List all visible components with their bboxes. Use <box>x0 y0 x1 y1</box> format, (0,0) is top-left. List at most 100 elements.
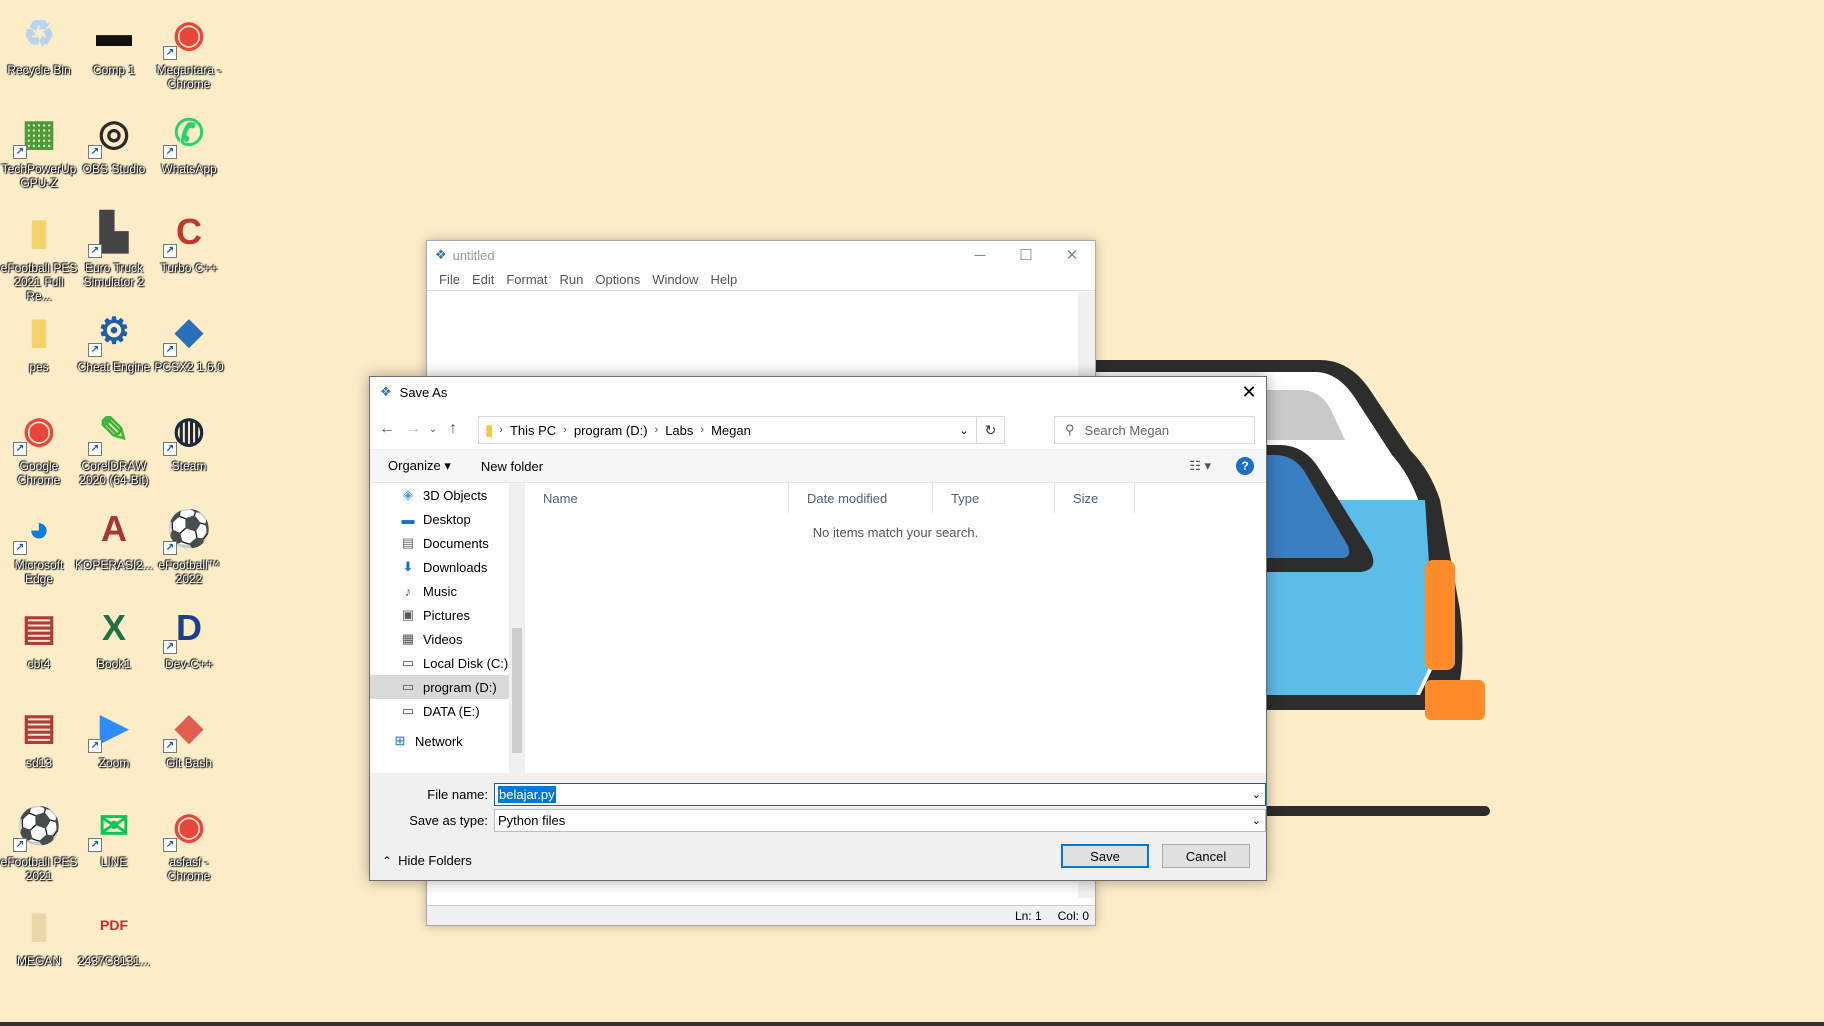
shortcut-arrow-icon: ↗ <box>163 343 177 357</box>
navigation-pane-scrollbar[interactable] <box>509 483 525 773</box>
new-folder-button[interactable]: New folder <box>481 459 543 474</box>
folder-icon: ▮ <box>485 422 494 439</box>
dialog-close-icon[interactable]: ✕ <box>1232 377 1266 407</box>
up-arrow-icon[interactable]: ↑ <box>440 416 466 442</box>
tree-item-3d-objects[interactable]: ◈ 3D Objects <box>370 483 525 507</box>
desktop-icon-google-chrome[interactable]: ◉ ↗ Google Chrome <box>0 404 78 487</box>
column-header-type[interactable]: Type <box>933 483 1055 513</box>
desktop-icon-efootball-2022[interactable]: ⚽ ↗ eFootball™ 2022 <box>150 503 228 586</box>
desktop-icon-book1[interactable]: X Book1 <box>75 602 153 671</box>
desktop-icon-whatsapp[interactable]: ✆ ↗ WhatsApp <box>150 107 228 176</box>
menu-help[interactable]: Help <box>704 272 743 287</box>
desktop-icon-git-bash[interactable]: ◆ ↗ Git Bash <box>150 701 228 770</box>
chevron-down-icon[interactable]: ⌄ <box>1252 814 1261 827</box>
desktop-icon-2437c8131[interactable]: PDF 2437C8131... <box>75 899 153 968</box>
devcpp-icon: D ↗ <box>163 602 215 654</box>
tree-item-downloads[interactable]: ⬇ Downloads <box>370 555 525 579</box>
view-options-icon[interactable]: ☷ ▾ <box>1189 458 1211 474</box>
chevron-down-icon[interactable]: ⌄ <box>1252 788 1261 801</box>
help-icon[interactable]: ? <box>1236 457 1254 475</box>
file-name-field[interactable]: belajar.py ⌄ <box>494 783 1266 806</box>
search-box[interactable]: ⚲ Search Megan <box>1054 416 1255 444</box>
back-arrow-icon[interactable]: ← <box>374 416 400 442</box>
refresh-icon[interactable]: ↻ <box>976 417 1004 443</box>
efootball-icon: ⚽ ↗ <box>163 503 215 555</box>
column-header-date-modified[interactable]: Date modified <box>789 483 933 513</box>
menu-window[interactable]: Window <box>646 272 704 287</box>
tree-item-music[interactable]: ♪ Music <box>370 579 525 603</box>
desktop-icon-label: Dev-C++ <box>164 657 214 671</box>
desktop-icon-zoom[interactable]: ▶ ↗ Zoom <box>75 701 153 770</box>
organize-button[interactable]: Organize ▾ <box>388 458 451 474</box>
menu-options[interactable]: Options <box>589 272 646 287</box>
close-icon[interactable]: ✕ <box>1049 241 1095 269</box>
desktop-icon-koperasi2[interactable]: A KOPERASI2... <box>75 503 153 572</box>
desktop-icon-euro-truck-simulator-2[interactable]: ▙ ↗ Euro Truck Simulator 2 <box>75 206 153 289</box>
breadcrumb-labs[interactable]: Labs <box>665 423 693 438</box>
tree-item-label: Local Disk (C:) <box>423 655 509 671</box>
tree-item-data-e[interactable]: ▭ DATA (E:) <box>370 699 525 723</box>
dialog-title-bar[interactable]: ❖ Save As <box>370 377 1266 407</box>
desktop-icon-megantara-chrome[interactable]: ◉ ↗ Megantara - Chrome <box>150 8 228 91</box>
desktop-icon-comp-1[interactable]: ▬ Comp 1 <box>75 8 153 77</box>
tree-item-documents[interactable]: ▤ Documents <box>370 531 525 555</box>
menu-edit[interactable]: Edit <box>466 272 500 287</box>
menu-run[interactable]: Run <box>554 272 590 287</box>
save-button[interactable]: Save <box>1061 844 1149 868</box>
menu-file[interactable]: File <box>433 272 466 287</box>
tree-item-videos[interactable]: ▦ Videos <box>370 627 525 651</box>
desktop-icon-steam[interactable]: ◍ ↗ Steam <box>150 404 228 473</box>
zoom-icon: ▶ ↗ <box>88 701 140 753</box>
column-headers: Name Date modified Type Size <box>525 483 1266 513</box>
desktop-icon-turbo-c[interactable]: C ↗ Turbo C++ <box>150 206 228 275</box>
minimize-icon[interactable]: ─ <box>957 241 1003 269</box>
breadcrumb-megan[interactable]: Megan <box>711 423 751 438</box>
desktop-icon-sd13[interactable]: ▤ sd13 <box>0 701 78 770</box>
tree-item-program-d[interactable]: ▭ program (D:) <box>370 675 525 699</box>
desktop-icon-label: PCSX2 1.6.0 <box>154 360 224 374</box>
breadcrumb-program-d[interactable]: program (D:) <box>574 423 648 438</box>
desktop-icon-pcsx2-1-6-0[interactable]: ◆ ↗ PCSX2 1.6.0 <box>150 305 228 374</box>
file-list: Name Date modified Type Size No items match… <box>525 483 1266 773</box>
desktop-icon-asfasf-chrome[interactable]: ◉ ↗ asfasf - Chrome <box>150 800 228 883</box>
maximize-icon[interactable]: ☐ <box>1003 241 1049 269</box>
column-header-size[interactable]: Size <box>1055 483 1135 513</box>
desktop-icon-coreldraw-2020-64-bit[interactable]: ✎ ↗ CorelDRAW 2020 (64-Bit) <box>75 404 153 487</box>
search-input[interactable]: Search Megan <box>1085 423 1170 438</box>
documents-icon: ▤ <box>401 535 415 550</box>
recent-locations-icon[interactable]: ⌄ <box>426 416 440 442</box>
cancel-button[interactable]: Cancel <box>1162 844 1250 868</box>
menu-format[interactable]: Format <box>500 272 553 287</box>
desktop-icon-cheat-engine[interactable]: ⚙ ↗ Cheat Engine <box>75 305 153 374</box>
save-type-select[interactable]: Python files ⌄ <box>494 809 1266 832</box>
save-type-row: Save as type: Python files ⌄ <box>370 809 1266 832</box>
column-header-name[interactable]: Name <box>525 483 789 513</box>
desktop-icon-techpowerup-gpu-z[interactable]: ▦ ↗ TechPowerUp GPU-Z <box>0 107 78 190</box>
file-name-value[interactable]: belajar.py <box>498 786 556 803</box>
desktop-icon-obs-studio[interactable]: ◎ ↗ OBS Studio <box>75 107 153 176</box>
breadcrumb-this-pc[interactable]: This PC <box>510 423 556 438</box>
desktop-icon-megan[interactable]: ▮ MEGAN <box>0 899 78 968</box>
tree-item-local-disk-c[interactable]: ▭ Local Disk (C:) <box>370 651 525 675</box>
cheat-engine-icon: ⚙ ↗ <box>88 305 140 357</box>
tree-item-desktop[interactable]: ▬ Desktop <box>370 507 525 531</box>
folder-icon: ▮ <box>29 310 49 351</box>
desktop-icon-efootball-pes-2021[interactable]: ⚽ ↗ eFootball PES 2021 <box>0 800 78 883</box>
desktop-icon-label: Comp 1 <box>92 63 136 77</box>
tree-item-network[interactable]: ⊞ Network <box>370 729 525 753</box>
desktop-icon-pes[interactable]: ▮ pes <box>0 305 78 374</box>
desktop-icon-efootball-pes-2021-full-re[interactable]: ▮ eFootball PES 2021 Full Re... <box>0 206 78 303</box>
desktop-icon-line[interactable]: ✉ ↗ LINE <box>75 800 153 869</box>
scrollbar-thumb[interactable] <box>512 628 522 753</box>
forward-arrow-icon[interactable]: → <box>400 416 426 442</box>
drive-icon: ▭ <box>401 679 415 694</box>
desktop-icon-recycle-bin[interactable]: ♻ Recycle Bin <box>0 8 78 77</box>
address-bar[interactable]: ▮ › This PC › program (D:) › Labs › Megan ⌄ ↻ <box>478 416 1005 444</box>
hide-folders-button[interactable]: ⌃ Hide Folders <box>382 853 472 868</box>
desktop-icon-dev-c[interactable]: D ↗ Dev-C++ <box>150 602 228 671</box>
desktop-icon-cbt4[interactable]: ▤ cbt4 <box>0 602 78 671</box>
address-dropdown-icon[interactable]: ⌄ <box>954 417 974 443</box>
shortcut-arrow-icon: ↗ <box>13 541 27 555</box>
tree-item-pictures[interactable]: ▣ Pictures <box>370 603 525 627</box>
desktop-icon-microsoft-edge[interactable]: ◕ ↗ Microsoft Edge <box>0 503 78 586</box>
